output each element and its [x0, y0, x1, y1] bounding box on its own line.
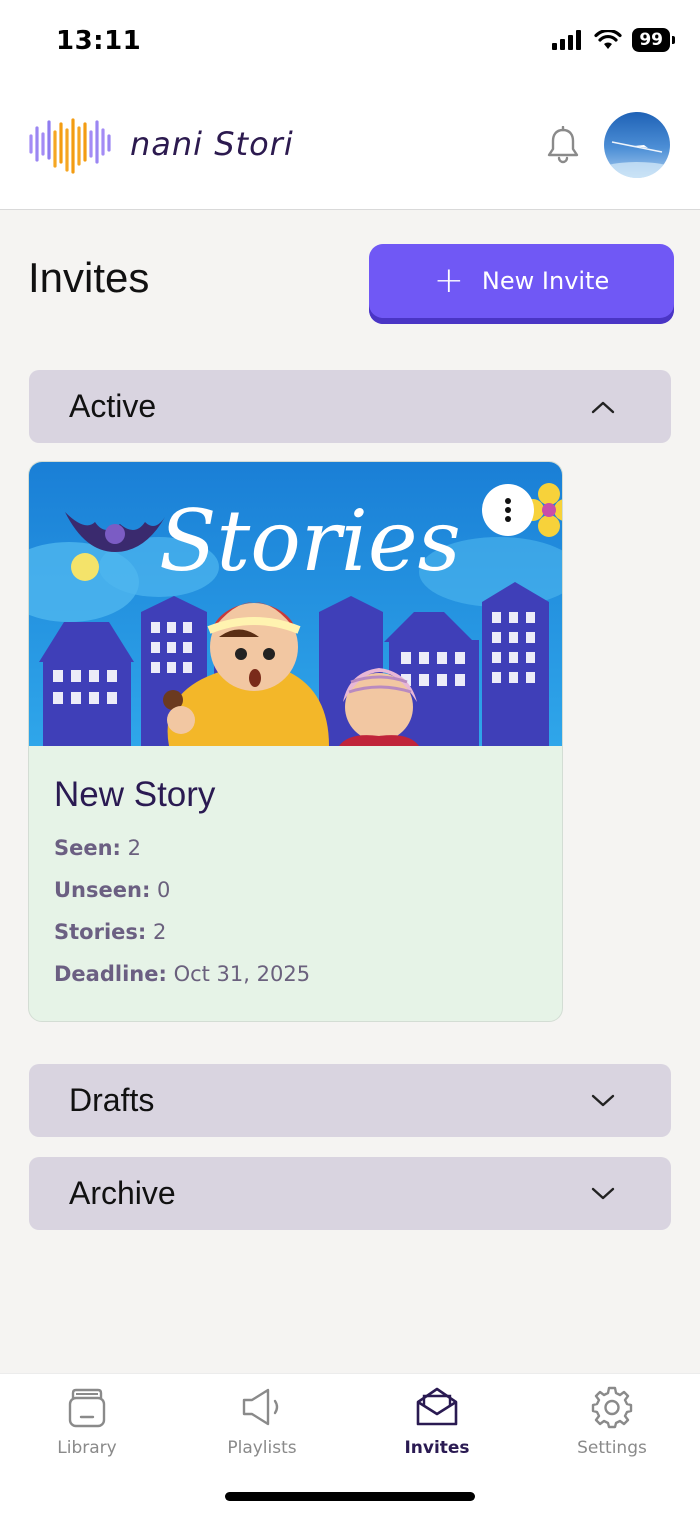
stat-stories-label: Stories: — [54, 920, 147, 944]
nav-label-library: Library — [57, 1438, 117, 1458]
notifications-button[interactable] — [546, 125, 580, 168]
gear-icon — [591, 1386, 633, 1429]
home-indicator[interactable] — [225, 1492, 475, 1501]
section-drafts[interactable]: Drafts — [29, 1064, 671, 1137]
nav-label-playlists: Playlists — [227, 1438, 297, 1458]
stat-deadline-label: Deadline: — [54, 962, 167, 986]
avatar-image — [604, 112, 670, 178]
stat-stories-value: 2 — [152, 920, 167, 944]
svg-text:Bedtime: Bedtime — [68, 462, 340, 476]
app-header: nani Stori — [0, 84, 700, 210]
chevron-up-icon — [591, 401, 615, 413]
nav-label-settings: Settings — [577, 1438, 647, 1458]
stat-seen: Seen: 2 — [54, 836, 141, 860]
status-icons: 99 — [552, 28, 675, 52]
stat-seen-value: 2 — [127, 836, 142, 860]
cover-title-text: Stories — [159, 492, 461, 590]
stat-deadline-value: Oct 31, 2025 — [173, 962, 311, 986]
envelope-icon — [416, 1387, 458, 1426]
section-archive[interactable]: Archive — [29, 1157, 671, 1230]
user-avatar[interactable] — [604, 112, 670, 178]
section-active[interactable]: Active — [29, 370, 671, 443]
nav-item-invites[interactable]: Invites — [367, 1384, 507, 1458]
status-time: 13:11 — [56, 26, 142, 56]
battery-indicator: 99 — [632, 28, 675, 52]
card-title: New Story — [54, 775, 216, 814]
signal-icon — [552, 30, 582, 50]
nav-item-library[interactable]: Library — [17, 1384, 157, 1458]
new-invite-label: New Invite — [481, 267, 610, 295]
stat-unseen-value: 0 — [157, 878, 171, 902]
wifi-icon — [594, 30, 622, 49]
nav-label-invites: Invites — [404, 1438, 470, 1458]
app-name: nani Stori — [130, 125, 294, 163]
stat-unseen-label: Unseen: — [54, 878, 151, 902]
section-drafts-label: Drafts — [69, 1082, 155, 1118]
section-active-label: Active — [69, 388, 157, 424]
invite-card[interactable]: Bedtime Stories — [28, 461, 563, 1022]
stat-unseen: Unseen: 0 — [54, 878, 170, 902]
stat-stories: Stories: 2 — [54, 920, 166, 944]
new-invite-button[interactable]: + New Invite — [369, 244, 674, 324]
bell-icon — [547, 125, 579, 164]
page-title: Invites — [28, 254, 150, 301]
card-more-button[interactable] — [482, 484, 534, 536]
more-vertical-icon — [505, 498, 511, 522]
stat-deadline: Deadline: Oct 31, 2025 — [54, 962, 310, 986]
stat-seen-label: Seen: — [54, 836, 121, 860]
chevron-down-icon — [591, 1187, 615, 1199]
section-archive-label: Archive — [69, 1175, 176, 1211]
app-logo[interactable]: nani Stori — [28, 114, 294, 174]
nav-item-settings[interactable]: Settings — [542, 1384, 682, 1458]
megaphone-icon — [242, 1388, 279, 1426]
status-bar: 13:11 99 — [0, 0, 700, 84]
chevron-down-icon — [591, 1094, 615, 1106]
sound-wave-icon — [29, 118, 111, 174]
nav-item-playlists[interactable]: Playlists — [192, 1384, 332, 1458]
plus-icon: + — [433, 260, 464, 301]
library-icon — [68, 1388, 106, 1428]
